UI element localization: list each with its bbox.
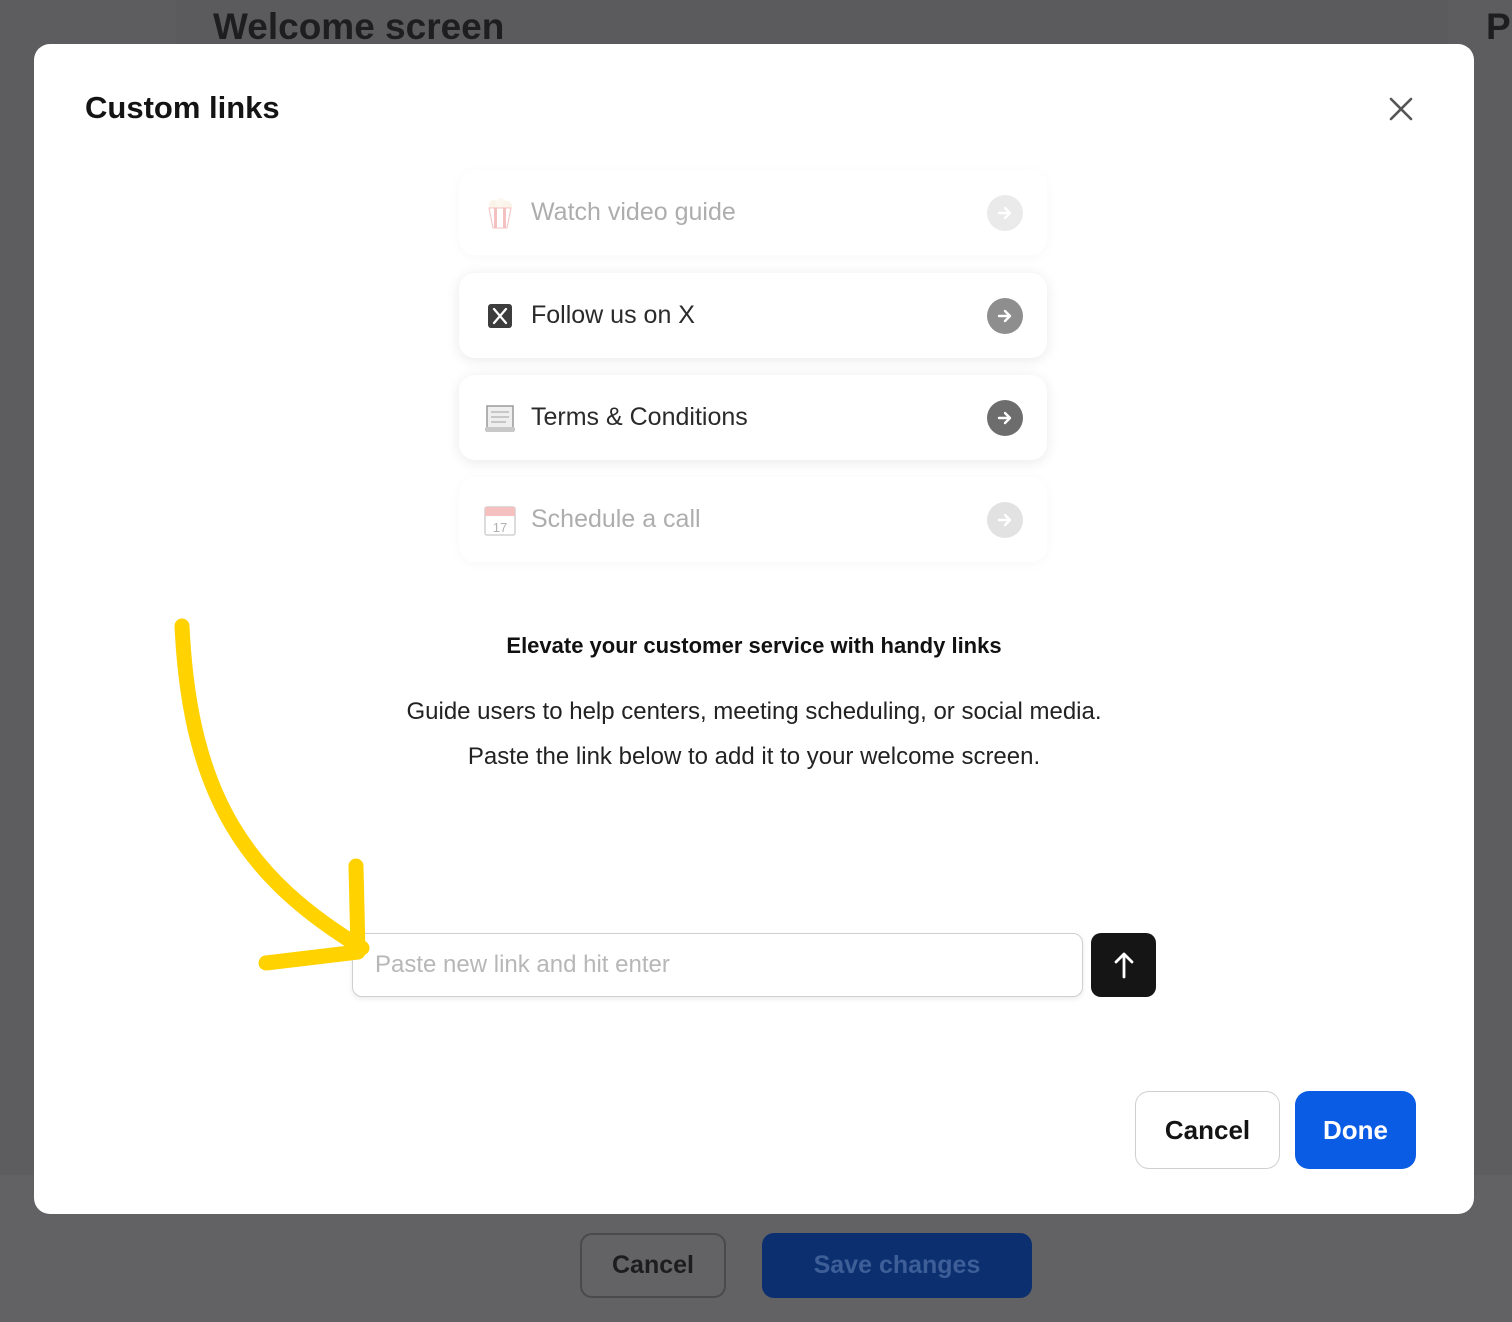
popcorn-icon [483,196,517,230]
link-card-schedule-a-call[interactable]: 17 Schedule a call [459,477,1047,562]
calendar-day: 17 [493,520,507,535]
arrow-right-icon [987,399,1023,436]
background-side-title: P [1486,6,1511,47]
scroll-icon [483,401,517,435]
link-label: Watch video guide [531,198,736,226]
link-label: Follow us on X [531,301,695,329]
link-label: Schedule a call [531,505,701,533]
arrow-right-icon [987,297,1023,334]
link-card-watch-video-guide[interactable]: Watch video guide [459,170,1047,255]
link-card-follow-us-on-x[interactable]: Follow us on X [459,273,1047,358]
modal-description-line-1: Guide users to help centers, meeting sch… [406,698,1102,725]
arrow-right-icon [987,194,1023,231]
background-save-changes-button: Save changes [762,1233,1032,1298]
background-cancel-button: Cancel [580,1233,726,1298]
done-button[interactable]: Done [1295,1091,1416,1169]
link-label: Terms & Conditions [531,403,748,431]
modal-heading: Elevate your customer service with handy… [506,633,1002,658]
close-button[interactable] [1386,94,1416,124]
calendar-icon: 17 [483,503,517,537]
submit-link-button[interactable] [1091,933,1156,997]
modal-title: Custom links [85,90,280,125]
x-logo-icon [483,299,517,333]
link-url-input[interactable] [352,933,1083,997]
modal-description-line-2: Paste the link below to add it to your w… [467,743,1041,770]
link-card-terms-and-conditions[interactable]: Terms & Conditions [459,375,1047,460]
cancel-button[interactable]: Cancel [1135,1091,1280,1169]
close-icon [1389,97,1413,121]
background-page-title: Welcome screen [213,6,505,47]
arrow-up-icon [1114,952,1133,979]
custom-links-modal: Custom links Watch video guide Follow us… [34,44,1474,1214]
arrow-right-icon [987,501,1023,538]
